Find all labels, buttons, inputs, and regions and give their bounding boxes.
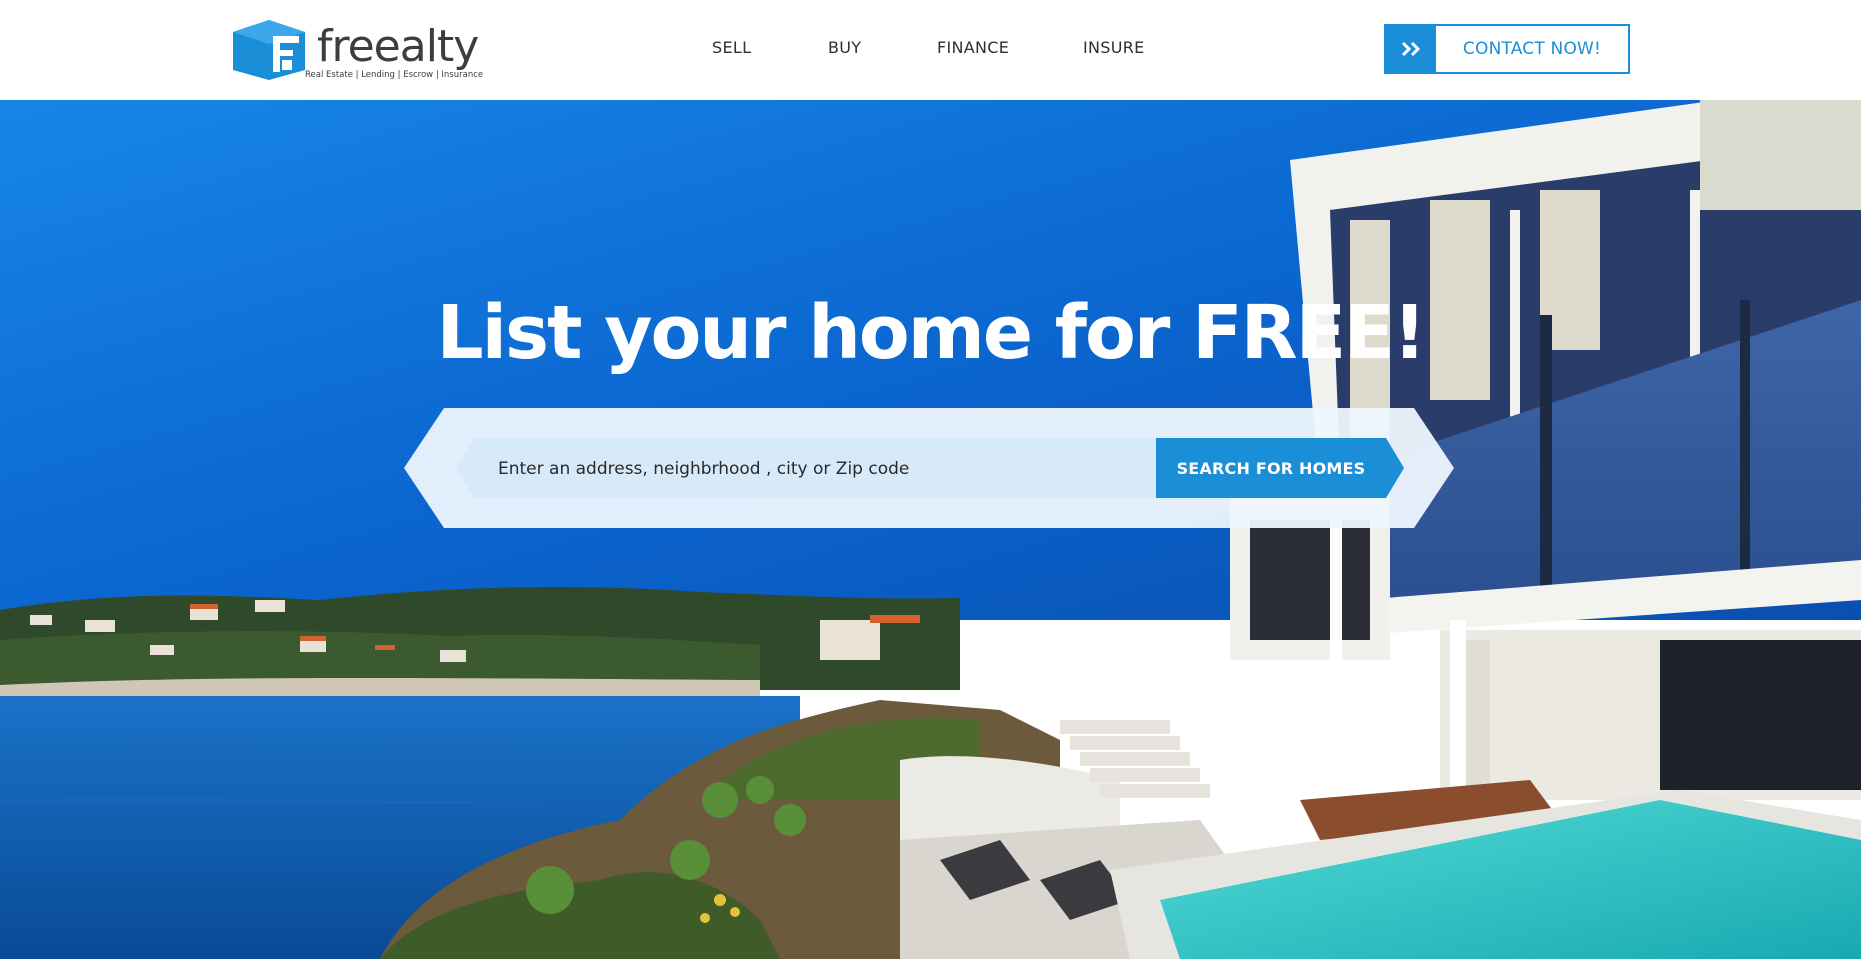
nav-item-finance[interactable]: FINANCE	[937, 38, 1009, 57]
hero-section: List your home for FREE! SEARCH FOR HOME…	[0, 100, 1861, 959]
brand-logo[interactable]: freealty Real Estate | Lending | Escrow …	[229, 18, 489, 84]
hero-background-image	[0, 100, 1861, 959]
nav-item-insure[interactable]: INSURE	[1083, 38, 1145, 57]
search-for-homes-button[interactable]: SEARCH FOR HOMES	[1156, 438, 1386, 498]
logo-cube-icon	[233, 20, 305, 80]
search-bar: SEARCH FOR HOMES	[404, 408, 1454, 528]
double-chevron-right-icon	[1386, 26, 1436, 72]
brand-name: freealty	[317, 21, 479, 72]
contact-now-label: CONTACT NOW!	[1462, 39, 1602, 59]
search-input[interactable]	[496, 446, 1140, 492]
nav-item-buy[interactable]: BUY	[828, 38, 861, 57]
hero-headline: List your home for FREE!	[436, 290, 1427, 376]
site-header: freealty Real Estate | Lending | Escrow …	[0, 0, 1861, 100]
nav-item-sell[interactable]: SELL	[712, 38, 751, 57]
contact-now-button[interactable]: CONTACT NOW!	[1384, 24, 1630, 74]
brand-tagline: Real Estate | Lending | Escrow | Insuran…	[305, 70, 484, 80]
